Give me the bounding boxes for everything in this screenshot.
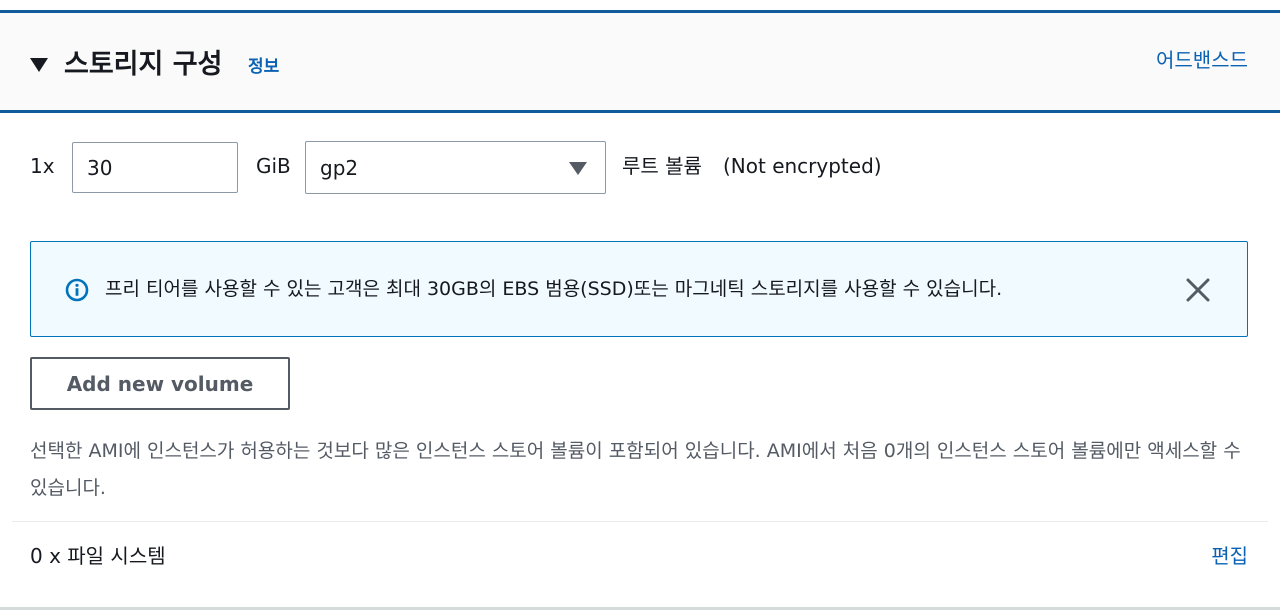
volume-size-input[interactable] [72,142,238,193]
volume-size-unit: GiB [256,154,291,178]
advanced-link[interactable]: 어드밴스드 [1156,47,1248,73]
root-volume-label: 루트 볼륨 [622,154,702,178]
instance-store-note: 선택한 AMI에 인스턴스가 허용하는 것보다 많은 인스턴스 스토어 볼륨이 … [30,440,1241,499]
volume-quantity: 1x [30,154,55,178]
info-icon [65,278,89,302]
storage-configuration-panel: 스토리지 구성 정보 어드밴스드 1x GiB gp2 루트 볼륨 (Not e… [0,0,1280,615]
panel-bottom-border [0,607,1280,610]
alert-message: 프리 티어를 사용할 수 있는 고객은 최대 30GB의 EBS 범용(SSD)… [105,278,1003,300]
collapse-caret-icon[interactable] [30,58,48,72]
file-systems-label: 0 x 파일 시스템 [30,544,166,568]
volume-type-value: gp2 [320,156,359,180]
volume-type-select[interactable]: gp2 [305,141,606,194]
close-icon[interactable] [1185,277,1211,303]
info-link[interactable]: 정보 [248,56,279,78]
section-header: 스토리지 구성 정보 어드밴스드 [0,13,1280,113]
edit-file-systems-link[interactable]: 편집 [1211,543,1248,569]
encryption-status: (Not encrypted) [723,154,882,178]
section-title: 스토리지 구성 [64,49,223,80]
divider [12,521,1268,522]
add-new-volume-button[interactable]: Add new volume [30,357,290,410]
chevron-down-icon [569,162,587,175]
free-tier-alert: 프리 티어를 사용할 수 있는 고객은 최대 30GB의 EBS 범용(SSD)… [30,241,1248,337]
